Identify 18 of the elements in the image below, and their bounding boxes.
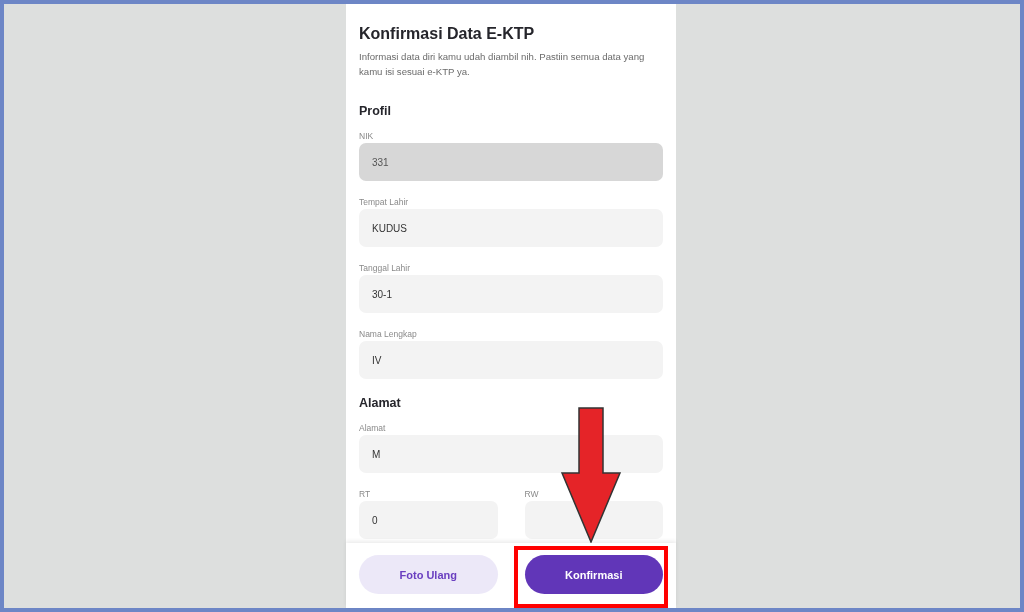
- input-field[interactable]: KUDUS: [359, 209, 663, 247]
- field-label: Tempat Lahir: [359, 196, 410, 208]
- page-title: Konfirmasi Data E-KTP: [359, 24, 536, 44]
- input-field[interactable]: 0: [359, 501, 498, 539]
- input-field[interactable]: M: [359, 435, 663, 473]
- field-label: Tanggal Lahir: [359, 262, 412, 274]
- field-label: RW: [524, 488, 540, 500]
- field-label: Alamat: [359, 422, 387, 434]
- field-label: NIK: [359, 130, 375, 142]
- field-label: RT: [359, 488, 372, 500]
- input-field[interactable]: IV: [359, 341, 663, 379]
- section-heading: Alamat: [359, 395, 402, 411]
- input-field[interactable]: 30-1: [359, 275, 663, 313]
- page-description: Informasi data diri kamu udah diambil nih. Pastiin semua data yang kamu isi sesuai e-KTP ya.: [359, 50, 646, 79]
- confirm-button[interactable]: Konfirmasi: [524, 555, 663, 594]
- retake-photo-button[interactable]: Foto Ulang: [359, 555, 498, 594]
- section-heading: Profil: [359, 103, 392, 119]
- field-label: Nama Lengkap: [359, 328, 418, 340]
